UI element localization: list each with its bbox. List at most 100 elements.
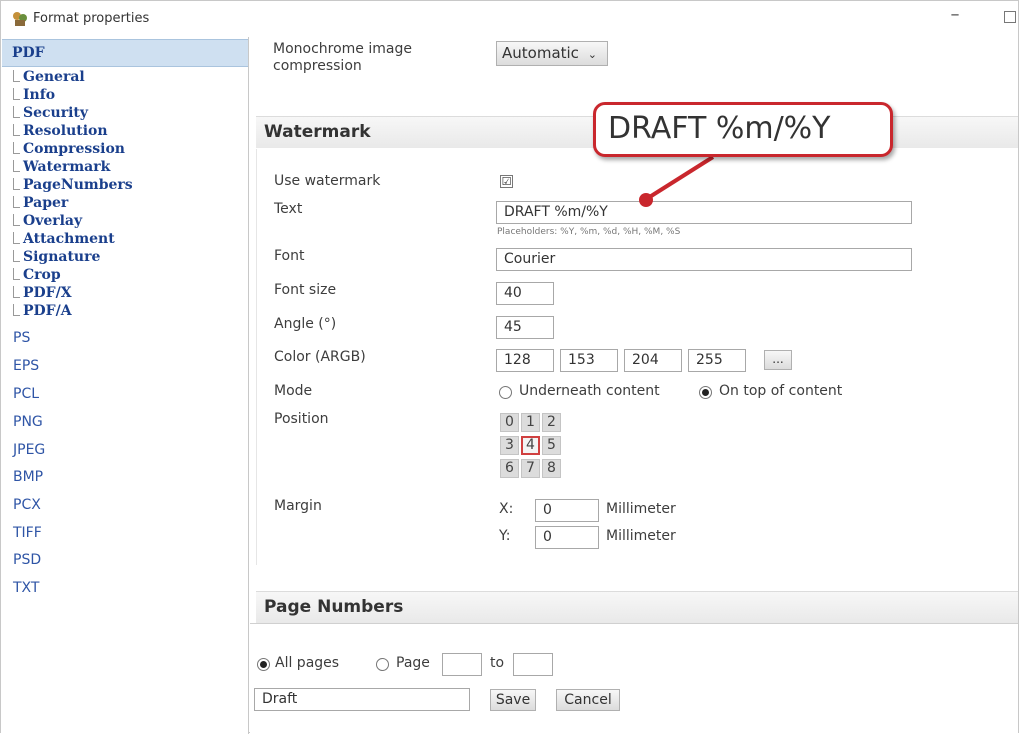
position-cell-3[interactable]: 3 bbox=[500, 436, 519, 455]
sidebar-item-ps[interactable]: PS bbox=[13, 330, 30, 346]
sidebar-item-txt[interactable]: TXT bbox=[13, 580, 39, 596]
page-numbers-section-title: Page Numbers bbox=[256, 591, 1018, 623]
sidebar-item-png[interactable]: PNG bbox=[13, 414, 43, 430]
preset-name-input[interactable]: Draft bbox=[254, 688, 470, 711]
save-button[interactable]: Save bbox=[490, 689, 536, 711]
margin-x-unit: Millimeter bbox=[606, 501, 676, 517]
sidebar-item-general[interactable]: General bbox=[23, 69, 85, 85]
page-from-input[interactable] bbox=[442, 653, 482, 676]
tree-connector bbox=[13, 286, 20, 298]
margin-x-input[interactable]: 0 bbox=[535, 499, 599, 522]
placeholder-hint: Placeholders: %Y, %m, %d, %H, %M, %S bbox=[497, 227, 681, 237]
mode-ontop-radio[interactable] bbox=[699, 386, 712, 399]
sidebar-item-pcl[interactable]: PCL bbox=[13, 386, 39, 402]
compression-label: Monochrome image compression bbox=[273, 41, 412, 74]
margin-x-label: X: bbox=[499, 501, 514, 517]
sidebar-item-pdfa[interactable]: PDF/A bbox=[23, 303, 72, 319]
color-picker-button[interactable]: ... bbox=[764, 350, 792, 370]
tree-connector bbox=[13, 142, 20, 154]
to-label: to bbox=[490, 655, 505, 671]
tree-connector bbox=[13, 178, 20, 190]
position-cell-5[interactable]: 5 bbox=[542, 436, 561, 455]
format-properties-window: Format properties – PDF General Info Sec… bbox=[0, 0, 1019, 734]
page-range-label: Page bbox=[396, 655, 430, 671]
cancel-button[interactable]: Cancel bbox=[556, 689, 620, 711]
position-cell-2[interactable]: 2 bbox=[542, 413, 561, 432]
mode-underneath-radio[interactable] bbox=[499, 386, 512, 399]
font-size-input[interactable]: 40 bbox=[496, 282, 554, 305]
tree-connector bbox=[13, 250, 20, 262]
font-label: Font bbox=[274, 248, 305, 264]
sidebar-item-pdf[interactable]: PDF bbox=[2, 39, 248, 67]
sidebar-item-compression[interactable]: Compression bbox=[23, 141, 125, 157]
watermark-section: Use watermark ☑ Text DRAFT %m/%Y Placeho… bbox=[256, 149, 1018, 565]
mode-underneath-label: Underneath content bbox=[519, 383, 660, 399]
divider bbox=[250, 623, 1018, 624]
page-range-radio[interactable] bbox=[376, 658, 389, 671]
mode-label: Mode bbox=[274, 383, 313, 399]
app-icon bbox=[13, 12, 27, 26]
position-cell-6[interactable]: 6 bbox=[500, 459, 519, 478]
title-bar: Format properties – bbox=[1, 1, 1018, 37]
color-red-input[interactable]: 153 bbox=[560, 349, 618, 372]
sidebar-item-psd[interactable]: PSD bbox=[13, 552, 41, 568]
color-blue-input[interactable]: 255 bbox=[688, 349, 746, 372]
tree-connector bbox=[13, 232, 20, 244]
sidebar-item-bmp[interactable]: BMP bbox=[13, 469, 43, 485]
sidebar-item-pagenumbers[interactable]: PageNumbers bbox=[23, 177, 133, 193]
position-label: Position bbox=[274, 411, 329, 427]
tree-connector bbox=[13, 304, 20, 316]
tree-connector bbox=[13, 124, 20, 136]
font-input[interactable]: Courier bbox=[496, 248, 912, 271]
sidebar-item-pdfx[interactable]: PDF/X bbox=[23, 285, 72, 301]
minimize-button[interactable]: – bbox=[944, 5, 966, 29]
text-label: Text bbox=[274, 201, 303, 217]
tree-connector bbox=[13, 214, 20, 226]
mode-ontop-label: On top of content bbox=[719, 383, 843, 399]
sidebar-item-security[interactable]: Security bbox=[23, 105, 88, 121]
window-title: Format properties bbox=[33, 11, 150, 26]
position-cell-1[interactable]: 1 bbox=[521, 413, 540, 432]
page-to-input[interactable] bbox=[513, 653, 553, 676]
all-pages-radio[interactable] bbox=[257, 658, 270, 671]
sidebar-item-overlay[interactable]: Overlay bbox=[23, 213, 82, 229]
tree-connector bbox=[13, 160, 20, 172]
color-green-input[interactable]: 204 bbox=[624, 349, 682, 372]
margin-label: Margin bbox=[274, 498, 322, 514]
position-cell-4[interactable]: 4 bbox=[521, 436, 540, 455]
tree-connector bbox=[13, 268, 20, 280]
watermark-text-input[interactable]: DRAFT %m/%Y bbox=[496, 201, 912, 224]
sidebar: PDF General Info Security Resolution Com… bbox=[1, 37, 249, 734]
callout-box: DRAFT %m/%Y bbox=[593, 102, 893, 157]
margin-y-input[interactable]: 0 bbox=[535, 526, 599, 549]
tree-connector bbox=[13, 106, 20, 118]
sidebar-item-jpeg[interactable]: JPEG bbox=[13, 442, 45, 458]
sidebar-item-tiff[interactable]: TIFF bbox=[13, 525, 42, 541]
angle-input[interactable]: 45 bbox=[496, 316, 554, 339]
use-watermark-checkbox[interactable]: ☑ bbox=[500, 175, 513, 188]
color-label: Color (ARGB) bbox=[274, 349, 366, 365]
use-watermark-label: Use watermark bbox=[274, 173, 381, 189]
color-alpha-input[interactable]: 128 bbox=[496, 349, 554, 372]
sidebar-item-info[interactable]: Info bbox=[23, 87, 55, 103]
compression-select[interactable]: Automatic ⌄ bbox=[496, 41, 608, 66]
position-cell-8[interactable]: 8 bbox=[542, 459, 561, 478]
maximize-button[interactable] bbox=[1004, 11, 1016, 23]
sidebar-item-pcx[interactable]: PCX bbox=[13, 497, 41, 513]
position-cell-0[interactable]: 0 bbox=[500, 413, 519, 432]
position-cell-7[interactable]: 7 bbox=[521, 459, 540, 478]
sidebar-item-signature[interactable]: Signature bbox=[23, 249, 100, 265]
sidebar-item-crop[interactable]: Crop bbox=[23, 267, 61, 283]
margin-y-label: Y: bbox=[499, 528, 511, 544]
tree-connector bbox=[13, 196, 20, 208]
angle-label: Angle (°) bbox=[274, 316, 337, 332]
sidebar-item-watermark[interactable]: Watermark bbox=[23, 159, 110, 175]
sidebar-item-attachment[interactable]: Attachment bbox=[23, 231, 115, 247]
all-pages-label: All pages bbox=[275, 655, 340, 671]
compression-select-value: Automatic bbox=[502, 44, 579, 62]
sidebar-item-paper[interactable]: Paper bbox=[23, 195, 68, 211]
sidebar-item-resolution[interactable]: Resolution bbox=[23, 123, 108, 139]
font-size-label: Font size bbox=[274, 282, 337, 298]
sidebar-item-eps[interactable]: EPS bbox=[13, 358, 39, 374]
chevron-down-icon: ⌄ bbox=[587, 48, 597, 61]
